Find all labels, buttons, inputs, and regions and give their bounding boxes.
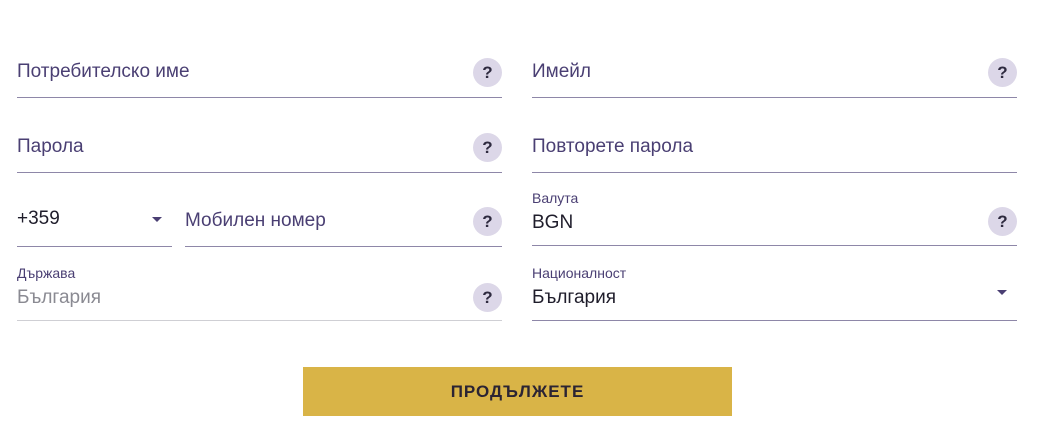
chevron-down-icon[interactable] (152, 217, 162, 222)
currency-label: Валута (532, 190, 579, 206)
country-help-icon[interactable]: ? (473, 283, 502, 312)
email-label: Имейл (532, 61, 591, 82)
chevron-down-icon[interactable] (997, 290, 1007, 295)
phone-code-select[interactable]: +359 (17, 198, 172, 247)
mobile-label: Мобилен номер (185, 210, 326, 231)
password-help-icon[interactable]: ? (473, 133, 502, 162)
currency-value: BGN (532, 212, 574, 233)
nationality-select[interactable]: Националност България (532, 265, 1017, 321)
currency-field[interactable]: Валута BGN ? (532, 190, 1017, 246)
continue-button[interactable]: ПРОДЪЛЖЕТЕ (303, 367, 732, 416)
username-help-icon[interactable]: ? (473, 58, 502, 87)
repeat-password-field[interactable]: Повторете парола (532, 127, 1017, 173)
email-field[interactable]: Имейл ? (532, 52, 1017, 98)
country-label: Държава (17, 265, 76, 281)
password-label: Парола (17, 136, 84, 157)
country-field: Държава България ? (17, 265, 502, 321)
mobile-help-icon[interactable]: ? (473, 207, 502, 236)
repeat-password-label: Повторете парола (532, 136, 694, 157)
nationality-value: България (532, 287, 616, 308)
email-help-icon[interactable]: ? (988, 58, 1017, 87)
country-value: България (17, 287, 101, 308)
nationality-label: Националност (532, 265, 627, 281)
username-label: Потребителско име (17, 61, 190, 82)
username-field[interactable]: Потребителско име ? (17, 52, 502, 98)
phone-code-value: +359 (17, 208, 60, 229)
password-field[interactable]: Парола ? (17, 127, 502, 173)
mobile-field[interactable]: Мобилен номер ? (185, 198, 502, 247)
currency-help-icon[interactable]: ? (988, 207, 1017, 236)
